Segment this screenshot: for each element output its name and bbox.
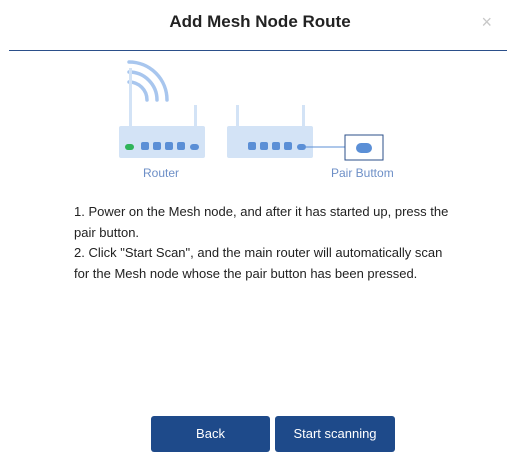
mesh-illustration: Router Pair Buttom <box>0 60 520 190</box>
mesh-node-icon <box>227 105 313 158</box>
pair-button-label: Pair Buttom <box>331 166 394 180</box>
instruction-step-2: 2. Click "Start Scan", and the main rout… <box>74 245 443 281</box>
header-divider <box>9 50 507 51</box>
instructions: 1. Power on the Mesh node, and after it … <box>74 202 454 284</box>
back-button[interactable]: Back <box>151 416 270 452</box>
dialog-title: Add Mesh Node Route <box>169 12 351 31</box>
router-diagram <box>119 60 384 161</box>
router-label: Router <box>143 166 180 180</box>
instruction-step-1: 1. Power on the Mesh node, and after it … <box>74 204 449 240</box>
add-mesh-node-dialog: Add Mesh Node Route × Router Pair Buttom… <box>0 0 520 466</box>
close-icon[interactable]: × <box>481 12 492 32</box>
pair-button-icon <box>344 134 384 161</box>
wifi-icon <box>127 60 169 102</box>
start-scanning-button[interactable]: Start scanning <box>275 416 395 452</box>
